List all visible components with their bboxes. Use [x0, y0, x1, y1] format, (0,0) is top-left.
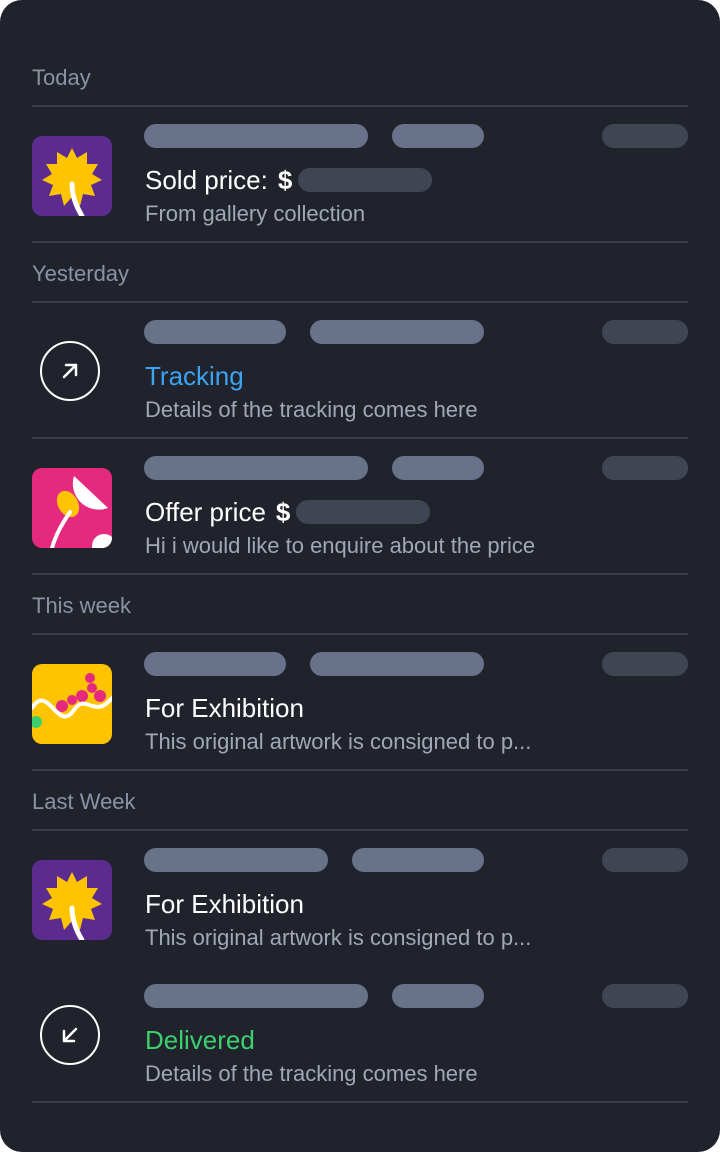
section-label-yesterday: Yesterday	[32, 261, 130, 286]
divider	[32, 769, 688, 771]
price-placeholder	[296, 500, 431, 525]
placeholder-bar	[352, 848, 484, 872]
placeholder-bar	[392, 124, 484, 148]
section-label-last-week: Last Week	[32, 789, 136, 814]
yellow-abstract-art-icon	[32, 664, 112, 744]
notification-title: For Exhibition	[145, 693, 304, 723]
sunflower-art-icon	[32, 136, 112, 216]
placeholder-bar	[310, 652, 484, 676]
notifications-panel: Today Sold price: $ From gallery collecti…	[0, 0, 720, 1152]
placeholder-bar	[144, 320, 286, 344]
notification-subtitle: Details of the tracking comes here	[145, 397, 478, 422]
divider	[32, 1101, 688, 1103]
placeholder-bar	[144, 124, 368, 148]
notification-title: Delivered	[145, 1025, 255, 1055]
notification-title: Tracking	[145, 361, 244, 391]
notification-item-sold-price[interactable]: Sold price: $ From gallery collection	[0, 107, 720, 241]
notification-subtitle: This original artwork is consigned to p.…	[145, 925, 532, 950]
arrow-down-left-icon	[40, 1005, 100, 1065]
notification-title: Offer price $	[145, 496, 431, 528]
placeholder-bar	[144, 456, 368, 480]
placeholder-bar	[392, 984, 484, 1008]
notification-title: Sold price: $	[145, 164, 433, 196]
placeholder-bar	[144, 984, 368, 1008]
notification-title: For Exhibition	[145, 889, 304, 919]
sunflower-art-icon	[32, 860, 112, 940]
notification-item-exhibition[interactable]: For Exhibition This original artwork is …	[0, 635, 720, 769]
placeholder-bar	[310, 320, 484, 344]
divider	[32, 241, 688, 243]
notification-item-delivered[interactable]: Delivered Details of the tracking comes …	[0, 967, 720, 1101]
notification-subtitle: From gallery collection	[145, 201, 366, 226]
placeholder-bar	[144, 652, 286, 676]
notification-item-exhibition-2[interactable]: For Exhibition This original artwork is …	[0, 831, 720, 965]
notification-item-offer-price[interactable]: Offer price $ Hi i would like to enquire …	[0, 439, 720, 573]
timestamp-placeholder	[602, 848, 688, 872]
timestamp-placeholder	[602, 124, 688, 148]
timestamp-placeholder	[602, 456, 688, 480]
pink-flower-art-icon	[32, 468, 112, 548]
notification-subtitle: Hi i would like to enquire about the pri…	[145, 533, 536, 558]
divider	[32, 573, 688, 575]
notification-item-tracking[interactable]: Tracking Details of the tracking comes h…	[0, 303, 720, 437]
notification-subtitle: Details of the tracking comes here	[145, 1061, 478, 1086]
section-label-today: Today	[32, 65, 91, 90]
timestamp-placeholder	[602, 984, 688, 1008]
notification-subtitle: This original artwork is consigned to p.…	[145, 729, 532, 754]
placeholder-bar	[392, 456, 484, 480]
arrow-up-right-icon	[40, 341, 100, 401]
section-label-this-week: This week	[32, 593, 132, 618]
timestamp-placeholder	[602, 652, 688, 676]
placeholder-bar	[144, 848, 328, 872]
timestamp-placeholder	[602, 320, 688, 344]
price-placeholder	[298, 168, 433, 193]
